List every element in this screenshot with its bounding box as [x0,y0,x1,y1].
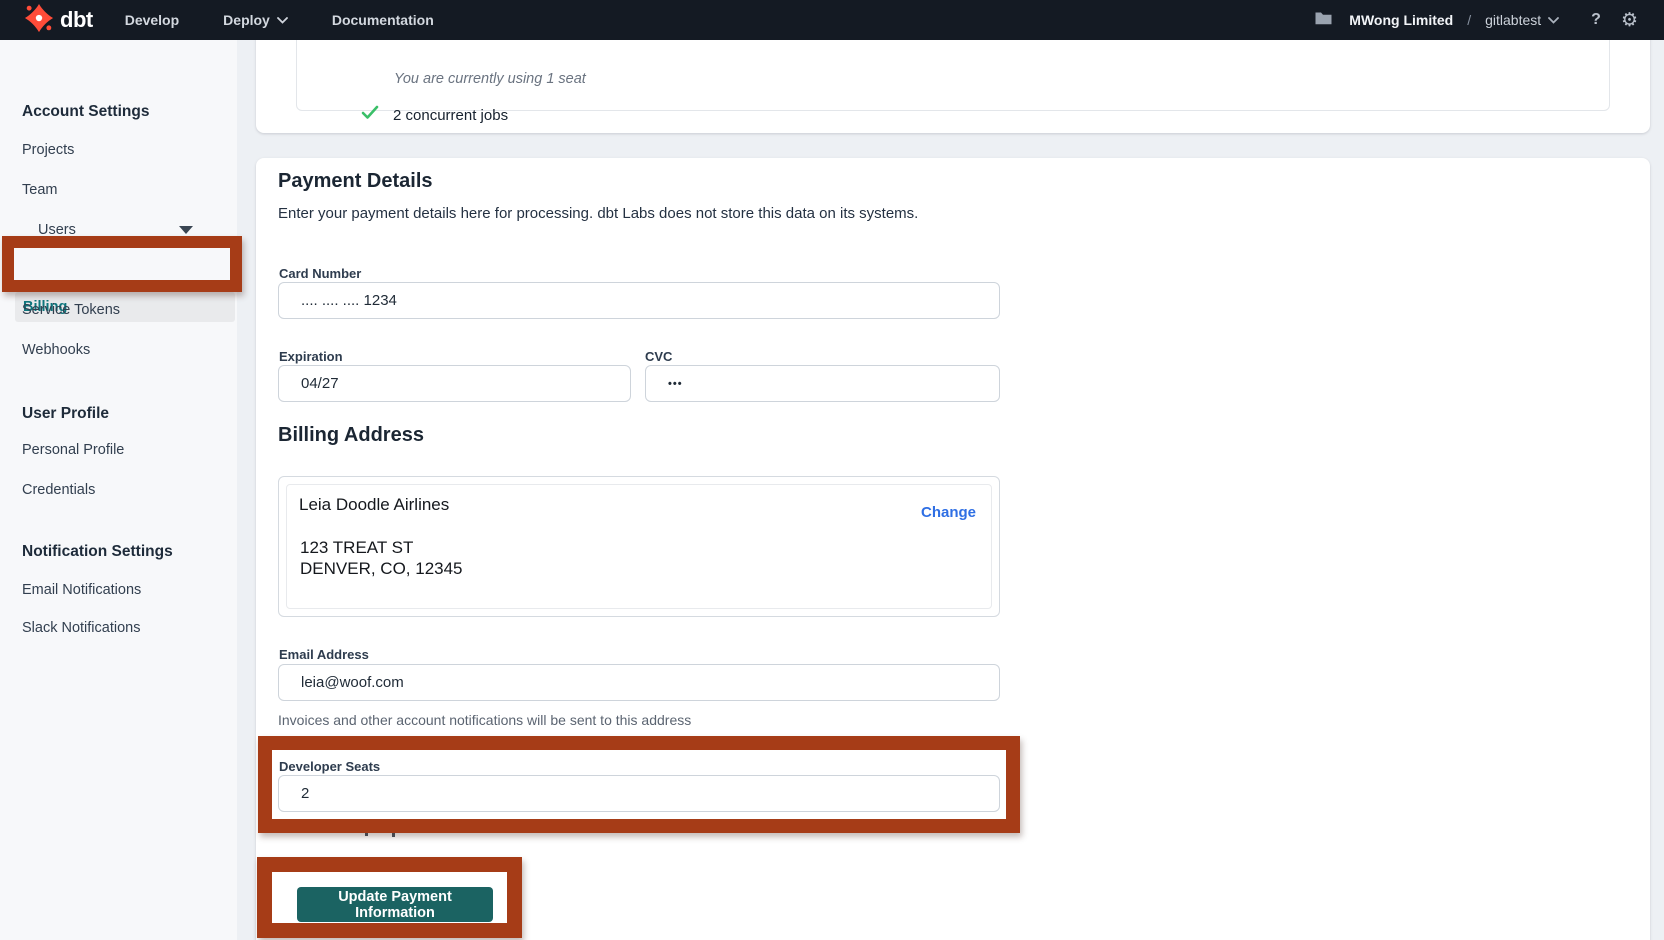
email-address-label: Email Address [279,647,369,662]
chevron-down-icon[interactable] [179,226,193,234]
sidebar-item-service-tokens[interactable]: Service Tokens [22,302,120,318]
sidebar-item-team[interactable]: Team [22,182,57,198]
payment-details-description: Enter your payment details here for proc… [278,205,918,222]
account-name[interactable]: MWong Limited [1349,12,1453,28]
annotation-box-update-button [257,857,522,938]
sidebar-item-slack-notifications[interactable]: Slack Notifications [22,620,140,636]
chevron-down-icon [1548,17,1559,24]
nav-item-develop[interactable]: Develop [125,12,179,28]
card-number-input[interactable] [278,282,1000,319]
email-address-input[interactable] [278,664,1000,701]
sidebar-item-email-notifications[interactable]: Email Notifications [22,582,141,598]
email-helper-text: Invoices and other account notifications… [278,712,691,728]
help-icon[interactable]: ? [1591,11,1601,29]
nav-item-documentation[interactable]: Documentation [332,12,434,28]
billing-settings-page: You are currently using 1 seat 2 concurr… [0,0,1664,940]
annotation-box-billing [2,236,242,292]
expiration-input[interactable] [278,365,631,402]
change-address-link[interactable]: Change [921,504,976,521]
billing-address-line1: 123 TREAT ST [300,537,463,558]
sidebar-item-credentials[interactable]: Credentials [22,482,95,498]
sidebar-heading-user-profile: User Profile [22,405,109,423]
concurrent-jobs-row: 2 concurrent jobs [361,105,508,125]
dbt-logo[interactable]: dbt [24,3,93,38]
navbar-right: MWong Limited / gitlabtest ? ⚙ [1315,0,1664,40]
folder-icon [1315,11,1332,30]
dbt-logo-icon [24,3,54,38]
billing-address-box: Leia Doodle Airlines Change 123 TREAT ST… [278,476,1000,617]
billing-address-line2: DENVER, CO, 12345 [300,558,463,579]
sidebar-heading-notification-settings: Notification Settings [22,543,173,561]
billing-address-lines: 123 TREAT ST DENVER, CO, 12345 [300,537,463,579]
sidebar-item-projects[interactable]: Projects [22,142,74,158]
project-name: gitlabtest [1485,12,1541,28]
sidebar-item-personal-profile[interactable]: Personal Profile [22,442,124,458]
navbar-links: Develop Deploy Documentation [125,12,434,28]
dbt-logo-text: dbt [60,7,93,33]
breadcrumb-separator: / [1467,12,1471,28]
settings-sidebar: Account Settings Projects Team Users Bil… [0,40,237,940]
billing-address-inner-box: Leia Doodle Airlines Change 123 TREAT ST… [286,484,992,609]
annotation-box-developer-seats [258,736,1020,833]
expiration-label: Expiration [279,349,343,364]
check-icon [361,105,379,125]
top-navbar: dbt Develop Deploy Documentation MWong L… [0,0,1664,40]
nav-item-deploy[interactable]: Deploy [223,12,288,28]
cvc-input[interactable] [645,365,1000,402]
sidebar-heading-account-settings: Account Settings [22,103,149,121]
project-selector[interactable]: gitlabtest [1485,12,1559,28]
payment-details-title: Payment Details [278,170,433,193]
billing-address-title: Billing Address [278,424,424,447]
card-number-label: Card Number [279,266,361,281]
sidebar-item-webhooks[interactable]: Webhooks [22,342,90,358]
clipped-text-fragment [392,833,395,837]
nav-item-deploy-label: Deploy [223,12,270,28]
cvc-label: CVC [645,349,672,364]
billing-address-name: Leia Doodle Airlines [299,495,449,515]
seat-usage-note: You are currently using 1 seat [394,71,586,87]
chevron-down-icon [277,17,288,24]
gear-icon[interactable]: ⚙ [1621,11,1638,30]
concurrent-jobs-text: 2 concurrent jobs [393,107,508,124]
